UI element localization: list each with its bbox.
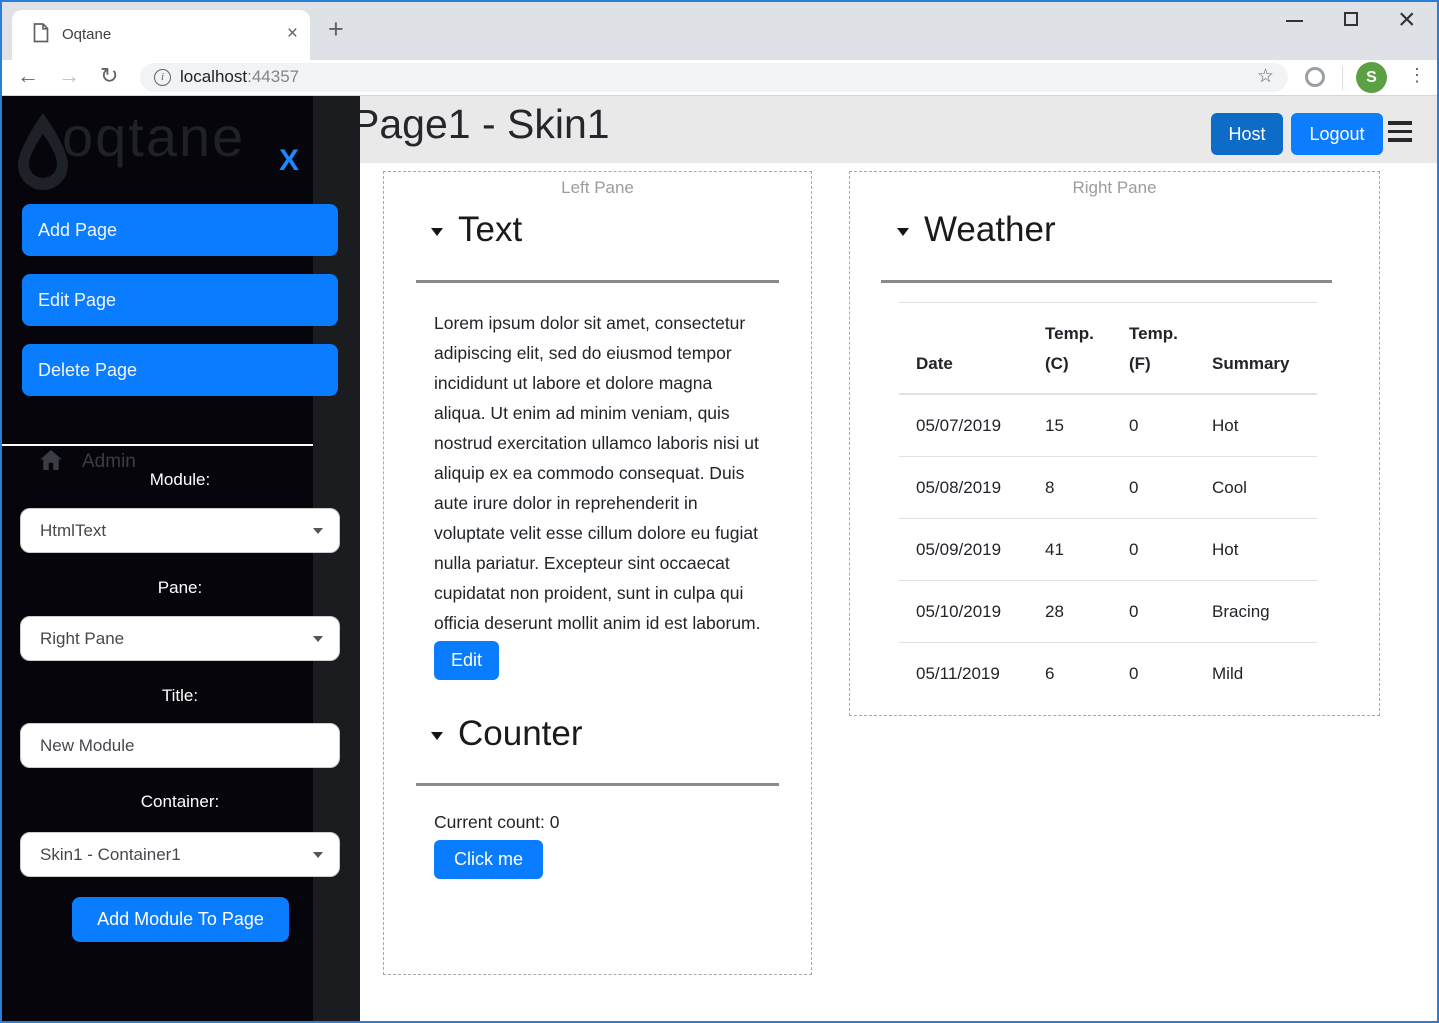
table-row: 05/09/2019 41 0 Hot xyxy=(899,519,1317,581)
cell-temp-c: 41 xyxy=(1028,519,1112,581)
control-panel-close-button[interactable]: X xyxy=(279,144,299,178)
chevron-down-icon xyxy=(313,852,323,858)
browser-toolbar: ← → ↻ i localhost:44357 ☆ S ⋮ xyxy=(0,60,1439,96)
left-pane: Left Pane Text Lorem ipsum dolor sit ame… xyxy=(383,171,812,975)
logout-button[interactable]: Logout xyxy=(1291,113,1383,155)
site-info-icon[interactable]: i xyxy=(154,69,171,86)
cell-temp-f: 0 xyxy=(1112,394,1195,457)
table-header-row: Date Temp. (C) Temp. (F) Summary xyxy=(899,303,1317,395)
cell-temp-f: 0 xyxy=(1112,457,1195,519)
url-host: localhost xyxy=(180,67,247,86)
pane-select[interactable]: Right Pane xyxy=(20,616,340,661)
click-me-button[interactable]: Click me xyxy=(434,840,543,879)
host-button[interactable]: Host xyxy=(1211,113,1283,155)
right-pane-label: Right Pane xyxy=(850,178,1379,198)
cell-summary: Hot xyxy=(1195,394,1317,457)
cell-date: 05/08/2019 xyxy=(899,457,1028,519)
cell-temp-c: 6 xyxy=(1028,643,1112,705)
toolbar-separator xyxy=(1342,66,1343,90)
left-pane-label: Left Pane xyxy=(384,178,811,198)
chevron-down-icon xyxy=(313,636,323,642)
weather-table: Date Temp. (C) Temp. (F) Summary 05/07/2… xyxy=(899,302,1317,704)
cell-temp-c: 8 xyxy=(1028,457,1112,519)
container-select[interactable]: Skin1 - Container1 xyxy=(20,832,340,877)
column-header-summary: Summary xyxy=(1195,303,1317,395)
url-port: :44357 xyxy=(247,67,299,86)
table-row: 05/07/2019 15 0 Hot xyxy=(899,394,1317,457)
page-header: Page1 - Skin1 Host Logout xyxy=(313,96,1439,163)
browser-tab[interactable]: Oqtane × xyxy=(12,10,310,60)
window-maximize-button[interactable] xyxy=(1344,12,1358,26)
container-label: Container: xyxy=(0,792,360,812)
cell-date: 05/09/2019 xyxy=(899,519,1028,581)
cell-temp-c: 28 xyxy=(1028,581,1112,643)
extension-icon[interactable] xyxy=(1305,67,1325,87)
new-tab-button[interactable]: + xyxy=(328,14,344,45)
browser-menu-icon[interactable]: ⋮ xyxy=(1408,65,1426,86)
weather-module-title: Weather xyxy=(924,207,1056,253)
browser-titlebar: Oqtane × + × xyxy=(0,0,1439,60)
counter-module-header: Counter xyxy=(431,711,811,757)
right-pane: Right Pane Weather Date Temp. (C) Temp. … xyxy=(849,171,1380,716)
url-text[interactable]: localhost:44357 xyxy=(180,67,299,87)
edit-page-button[interactable]: Edit Page xyxy=(22,274,338,326)
module-divider xyxy=(416,783,779,786)
caret-down-icon[interactable] xyxy=(431,228,443,236)
cell-summary: Cool xyxy=(1195,457,1317,519)
hamburger-menu-icon[interactable] xyxy=(1388,121,1412,143)
add-page-button[interactable]: Add Page xyxy=(22,204,338,256)
text-module-body: Lorem ipsum dolor sit amet, consectetur … xyxy=(434,308,764,638)
column-header-date: Date xyxy=(899,303,1028,395)
address-bar[interactable]: i localhost:44357 ☆ xyxy=(140,63,1288,92)
bookmark-star-icon[interactable]: ☆ xyxy=(1257,65,1274,88)
cell-date: 05/11/2019 xyxy=(899,643,1028,705)
add-module-to-page-button[interactable]: Add Module To Page xyxy=(72,897,289,942)
column-header-temp-c: Temp. (C) xyxy=(1028,303,1112,395)
profile-avatar[interactable]: S xyxy=(1356,62,1387,93)
cell-temp-f: 0 xyxy=(1112,519,1195,581)
window-close-button[interactable]: × xyxy=(1398,3,1416,37)
tab-title: Oqtane xyxy=(62,26,111,43)
module-select-value: HtmlText xyxy=(40,521,106,540)
text-module-header: Text xyxy=(431,207,811,253)
cell-summary: Mild xyxy=(1195,643,1317,705)
table-row: 05/08/2019 8 0 Cool xyxy=(899,457,1317,519)
weather-module-header: Weather xyxy=(897,207,1379,253)
column-header-temp-f: Temp. (F) xyxy=(1112,303,1195,395)
cell-temp-c: 15 xyxy=(1028,394,1112,457)
back-icon[interactable]: ← xyxy=(17,63,39,89)
cell-date: 05/07/2019 xyxy=(899,394,1028,457)
caret-down-icon[interactable] xyxy=(431,732,443,740)
cell-summary: Bracing xyxy=(1195,581,1317,643)
title-input[interactable] xyxy=(20,723,340,768)
forward-icon: → xyxy=(58,63,80,89)
page-favicon-icon xyxy=(33,23,49,48)
cell-temp-f: 0 xyxy=(1112,581,1195,643)
module-select[interactable]: HtmlText xyxy=(20,508,340,553)
text-module-title: Text xyxy=(458,207,522,253)
cell-date: 05/10/2019 xyxy=(899,581,1028,643)
control-panel: X Add Page Edit Page Delete Page Module:… xyxy=(0,96,360,1023)
window-minimize-button[interactable] xyxy=(1286,20,1303,22)
chevron-down-icon xyxy=(313,528,323,534)
edit-button[interactable]: Edit xyxy=(434,641,499,680)
table-row: 05/11/2019 6 0 Mild xyxy=(899,643,1317,705)
cell-summary: Hot xyxy=(1195,519,1317,581)
title-label: Title: xyxy=(0,686,360,706)
module-label: Module: xyxy=(0,470,360,490)
table-row: 05/10/2019 28 0 Bracing xyxy=(899,581,1317,643)
reload-icon[interactable]: ↻ xyxy=(100,63,118,89)
current-count-text: Current count: 0 xyxy=(434,812,811,833)
pane-label: Pane: xyxy=(0,578,360,598)
tab-close-icon[interactable]: × xyxy=(287,23,298,45)
pane-select-value: Right Pane xyxy=(40,629,124,648)
container-select-value: Skin1 - Container1 xyxy=(40,845,181,864)
cell-temp-f: 0 xyxy=(1112,643,1195,705)
page-title: Page1 - Skin1 xyxy=(352,101,610,148)
module-divider xyxy=(881,280,1332,283)
counter-module-title: Counter xyxy=(458,711,583,757)
delete-page-button[interactable]: Delete Page xyxy=(22,344,338,396)
module-divider xyxy=(416,280,779,283)
caret-down-icon[interactable] xyxy=(897,228,909,236)
